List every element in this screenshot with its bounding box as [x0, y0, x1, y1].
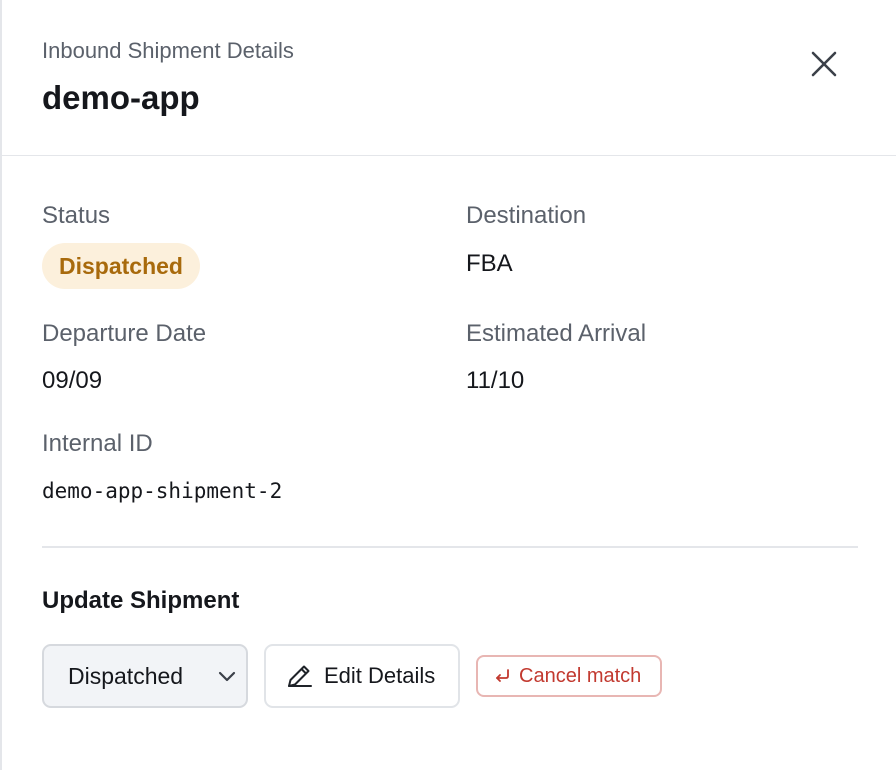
internal-id-label: Internal ID — [42, 430, 153, 457]
departure-date-field: Departure Date 09/09 — [42, 320, 206, 395]
edit-details-button[interactable]: Edit Details — [264, 644, 460, 708]
status-select-value: Dispatched — [68, 662, 184, 689]
estimated-arrival-label: Estimated Arrival — [466, 320, 647, 347]
status-select[interactable]: Dispatched — [42, 644, 248, 708]
panel-title: demo-app — [42, 79, 200, 116]
update-shipment-title: Update Shipment — [42, 587, 240, 614]
section-divider — [42, 546, 858, 548]
panel-header: Inbound Shipment Details demo-app — [2, 0, 896, 156]
undo-arrow-icon — [492, 666, 512, 686]
close-icon — [810, 50, 838, 78]
destination-field: Destination FBA — [466, 202, 586, 278]
destination-label: Destination — [466, 202, 587, 229]
estimated-arrival-value: 11/10 — [466, 367, 525, 394]
panel-subtitle: Inbound Shipment Details — [42, 38, 294, 63]
status-label: Status — [42, 202, 111, 229]
shipment-details-panel: Inbound Shipment Details demo-app Status… — [0, 0, 896, 770]
departure-date-value: 09/09 — [42, 367, 103, 394]
update-actions: Dispatched Edit Details Cancel match — [42, 644, 662, 708]
cancel-match-button[interactable]: Cancel match — [476, 655, 662, 697]
destination-value: FBA — [466, 250, 513, 277]
chevron-down-icon — [216, 665, 238, 687]
estimated-arrival-field: Estimated Arrival 11/10 — [466, 320, 646, 395]
cancel-match-label: Cancel match — [519, 664, 642, 687]
pencil-icon — [284, 661, 314, 691]
close-button[interactable] — [804, 44, 844, 84]
departure-date-label: Departure Date — [42, 320, 207, 347]
internal-id-value: demo-app-shipment-2 — [42, 479, 283, 503]
status-badge: Dispatched — [42, 243, 200, 289]
internal-id-field: Internal ID demo-app-shipment-2 — [42, 430, 282, 505]
edit-details-label: Edit Details — [324, 663, 436, 688]
status-field: Status Dispatched — [42, 202, 200, 289]
